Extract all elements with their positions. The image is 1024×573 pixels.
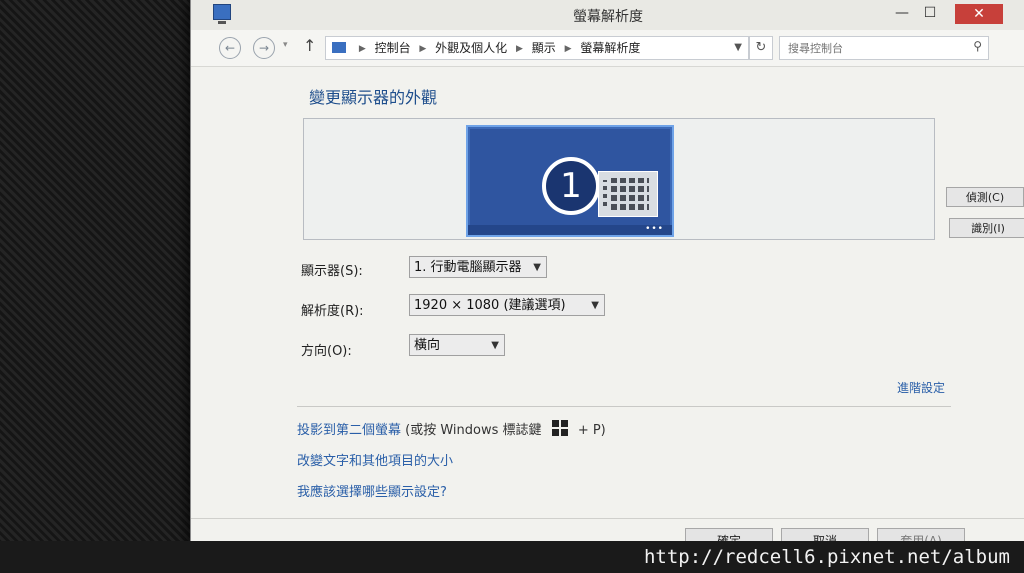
divider — [297, 406, 951, 407]
text-size-link[interactable]: 改變文字和其他項目的大小 — [297, 450, 453, 469]
up-arrow-icon[interactable]: ↑ — [303, 36, 316, 55]
which-settings-link[interactable]: 我應該選擇哪些顯示設定? — [297, 481, 447, 500]
control-panel-icon — [332, 42, 346, 53]
display-preview-panel: 1 ••• 偵測(C) 識別(I) — [303, 118, 1024, 240]
chevron-down-icon: ▼ — [591, 300, 599, 311]
breadcrumb-separator-icon[interactable]: ▶ — [359, 44, 366, 54]
maximize-button[interactable]: ☐ — [917, 4, 943, 24]
address-dropdown-chevron-icon[interactable]: ▼ — [734, 37, 742, 59]
minimize-button[interactable]: — — [889, 4, 915, 24]
breadcrumb-appearance[interactable]: 外觀及個人化 — [435, 41, 507, 55]
orientation-select-value: 橫向 — [414, 338, 441, 353]
back-arrow-icon[interactable]: ← — [219, 37, 241, 59]
screen-resolution-window: 螢幕解析度 — ☐ ✕ ← → ▾ ↑ ▶ 控制台 ▶ 外觀及個人化 ▶ 顯示 … — [190, 0, 1024, 560]
page-title: 變更顯示器的外觀 — [309, 88, 438, 107]
breadcrumb-screen-resolution[interactable]: 螢幕解析度 — [580, 41, 640, 55]
breadcrumb-separator-icon[interactable]: ▶ — [565, 44, 572, 54]
monitor-number: 1 — [542, 157, 600, 215]
resolution-select[interactable]: 1920 × 1080 (建議選項) ▼ — [409, 294, 605, 316]
close-button[interactable]: ✕ — [955, 4, 1003, 24]
recent-locations-chevron-icon[interactable]: ▾ — [283, 40, 288, 50]
watermark-url: http://redcell6.pixnet.net/album — [0, 541, 1024, 573]
title-bar: 螢幕解析度 — ☐ ✕ — [191, 0, 1024, 31]
search-box[interactable]: ⚲ — [779, 36, 989, 60]
address-bar: ← → ▾ ↑ ▶ 控制台 ▶ 外觀及個人化 ▶ 顯示 ▶ 螢幕解析度 ▼ ↻ … — [191, 30, 1024, 67]
breadcrumb-display[interactable]: 顯示 — [532, 41, 556, 55]
forward-arrow-icon[interactable]: → — [253, 37, 275, 59]
orientation-label: 方向(O): — [301, 344, 352, 359]
project-second-screen-row: 投影到第二個螢幕 (或按 Windows 標誌鍵 + P) — [297, 419, 606, 438]
breadcrumb-separator-icon[interactable]: ▶ — [419, 44, 426, 54]
project-hint-prefix: (或按 Windows 標誌鍵 — [405, 423, 542, 438]
search-input[interactable] — [780, 37, 960, 60]
main-content: 變更顯示器的外觀 1 ••• 偵測(C) 識別(I) 顯示器(S): 1. 行動… — [191, 66, 1024, 560]
monitor-1-tile[interactable]: 1 ••• — [466, 125, 674, 237]
advanced-settings-link[interactable]: 進階設定 — [897, 379, 945, 396]
chevron-down-icon: ▼ — [491, 340, 499, 351]
breadcrumb[interactable]: ▶ 控制台 ▶ 外觀及個人化 ▶ 顯示 ▶ 螢幕解析度 ▼ — [325, 36, 749, 60]
orientation-select[interactable]: 橫向 ▼ — [409, 334, 505, 356]
chevron-down-icon: ▼ — [533, 262, 541, 273]
breadcrumb-control-panel[interactable]: 控制台 — [375, 41, 411, 55]
display-select[interactable]: 1. 行動電腦顯示器 ▼ — [409, 256, 547, 278]
display-select-value: 1. 行動電腦顯示器 — [414, 260, 522, 275]
project-second-screen-link[interactable]: 投影到第二個螢幕 — [297, 423, 401, 438]
display-label: 顯示器(S): — [301, 264, 363, 279]
search-icon[interactable]: ⚲ — [973, 39, 982, 53]
identify-button[interactable]: 識別(I) — [949, 218, 1024, 238]
keyboard-grid-icon — [598, 171, 658, 217]
resolution-select-value: 1920 × 1080 (建議選項) — [414, 298, 566, 313]
monitor-taskbar: ••• — [468, 224, 672, 235]
windows-logo-icon — [551, 420, 568, 436]
footer-divider — [191, 518, 1024, 519]
detect-button[interactable]: 偵測(C) — [946, 187, 1024, 207]
more-dots-icon: ••• — [645, 224, 664, 234]
project-hint-suffix: + P) — [577, 423, 606, 438]
breadcrumb-separator-icon[interactable]: ▶ — [516, 44, 523, 54]
refresh-icon[interactable]: ↻ — [749, 36, 773, 60]
resolution-label: 解析度(R): — [301, 304, 364, 319]
screen-bezel — [0, 0, 210, 573]
